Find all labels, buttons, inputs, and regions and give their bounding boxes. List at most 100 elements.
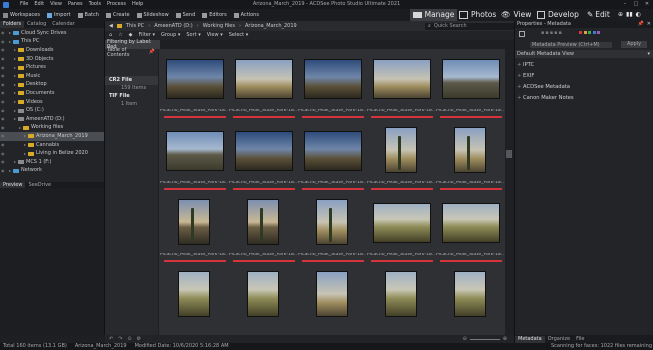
quick-search[interactable]: ⌕ Quick Search <box>425 22 516 30</box>
tree-item[interactable]: ◉ ▸ Music <box>0 72 104 81</box>
tab-organize[interactable]: Organize <box>545 336 573 343</box>
visibility-icon[interactable]: ◉ <box>1 82 7 87</box>
thumbnail[interactable] <box>160 267 228 335</box>
pin-icon[interactable]: 📌 <box>149 50 155 55</box>
breadcrumb-this-pc[interactable]: This PC <box>126 23 144 29</box>
toc-group-cr2[interactable]: CR2 File <box>105 76 158 85</box>
zoom-track[interactable] <box>469 338 500 340</box>
thumbnail[interactable]: Picacho_Peak_State_Park-18... <box>298 123 366 191</box>
thumbnail[interactable]: Picacho_Peak_State_Park-18... <box>367 123 435 191</box>
zoom-in-icon[interactable]: ⊕ <box>503 336 507 342</box>
breadcrumb-arizona[interactable]: Arizona_March_2019 <box>245 23 297 29</box>
mode-photos-button[interactable]: Photos <box>459 9 497 21</box>
toc-group-tif[interactable]: TIF File <box>105 92 158 101</box>
visibility-icon[interactable]: ◉ <box>1 65 7 70</box>
minimize-icon[interactable]: – <box>620 0 630 9</box>
tab-calendar[interactable]: Calendar <box>49 21 77 28</box>
editors-button[interactable]: Editors <box>202 12 227 18</box>
thumbnail[interactable] <box>298 267 366 335</box>
tree-item[interactable]: ◉ ▸ 3D Objects <box>0 55 104 64</box>
tab-catalog[interactable]: Catalog <box>24 21 49 28</box>
visibility-icon[interactable]: ◉ <box>1 100 7 104</box>
thumbnail[interactable]: Picacho_Peak_State_Park-18... <box>229 51 297 119</box>
filter-menu[interactable]: Filter ▾ <box>139 33 156 38</box>
batch-button[interactable]: Batch <box>77 12 99 18</box>
vertical-scrollbar[interactable] <box>505 49 513 335</box>
tree-item[interactable]: ◉ ▸ Cloud Sync Drives <box>0 29 104 38</box>
menu-help[interactable]: Help <box>132 2 143 7</box>
thumbnail[interactable]: Picacho_Peak_State_Park-18... <box>367 51 435 119</box>
thumbnail[interactable] <box>229 267 297 335</box>
checkbox-icon[interactable] <box>519 30 525 37</box>
home-icon[interactable]: ⌂ <box>109 33 112 38</box>
scrollbar-thumb[interactable] <box>506 150 512 158</box>
tree-item[interactable]: ◉ ▸ MCS 1 (F:) <box>0 158 104 167</box>
thumbnail[interactable]: Picacho_Peak_State_Park-18... <box>298 195 366 263</box>
tree-item[interactable]: ◉ ▸ This PC <box>0 38 104 47</box>
visibility-icon[interactable]: ◉ <box>1 160 7 164</box>
menu-file[interactable]: File <box>20 2 28 7</box>
stats-icon[interactable]: ▮▮ <box>626 12 633 18</box>
search-input[interactable]: Quick Search <box>434 23 467 29</box>
menu-tools[interactable]: Tools <box>89 2 101 7</box>
maximize-icon[interactable]: □ <box>631 0 641 9</box>
mode-develop-button[interactable]: Develop <box>537 9 581 21</box>
thumbnail[interactable] <box>367 267 435 335</box>
visibility-icon[interactable]: ◉ <box>1 74 7 78</box>
close-panel-icon[interactable]: ✕ <box>647 22 651 27</box>
visibility-icon[interactable]: ◉ <box>1 151 7 156</box>
mode-manage-button[interactable]: Manage <box>410 9 457 21</box>
rating-stars[interactable]: ▪▪▪▪▪ <box>541 31 563 36</box>
breadcrumb-working-files[interactable]: Working files <box>203 23 235 29</box>
tree-item[interactable]: ◉ ▸ Desktop <box>0 81 104 90</box>
thumbnail[interactable]: Picacho_Peak_State_Park-18... <box>160 195 228 263</box>
mode-view-button[interactable]: 👁 View <box>501 9 533 21</box>
tree-item[interactable]: ◉ ▸ Working files <box>0 124 104 133</box>
visibility-icon[interactable]: ◉ <box>1 134 7 138</box>
zoom-out-icon[interactable]: ⊖ <box>463 336 467 342</box>
tag-icon[interactable]: ◆ <box>129 33 133 38</box>
apply-button[interactable]: Apply <box>621 41 647 48</box>
visibility-icon[interactable]: ◉ <box>1 57 7 61</box>
section-iptc[interactable]: + IPTC <box>515 60 653 71</box>
dashboard-icon[interactable]: ◐ <box>636 12 641 18</box>
visibility-icon[interactable]: ◉ <box>1 108 7 113</box>
menu-panes[interactable]: Panes <box>68 2 83 7</box>
app-logo-icon[interactable] <box>3 1 9 8</box>
visibility-icon[interactable]: ◉ <box>1 91 7 95</box>
menu-edit[interactable]: Edit <box>34 2 44 7</box>
tree-item[interactable]: ◉ ▸ Cannabis <box>0 141 104 150</box>
group-menu[interactable]: Group ▾ <box>161 33 180 38</box>
section-exif[interactable]: + EXIF <box>515 71 653 82</box>
tree-item[interactable]: ◉ ▸ Videos <box>0 98 104 107</box>
tree-item[interactable]: ◉ ▸ OS (C:) <box>0 106 104 115</box>
thumbnail[interactable]: Picacho_Peak_State_Park-18... <box>298 51 366 119</box>
breadcrumb-drive[interactable]: AmeenATD (D:) <box>154 23 193 29</box>
visibility-icon[interactable]: ◉ <box>1 48 7 52</box>
thumbnail[interactable]: Picacho_Peak_State_Park-18... <box>229 195 297 263</box>
tab-folders[interactable]: Folders <box>0 21 25 28</box>
section-canon-maker-notes[interactable]: + Canon Maker Notes <box>515 93 653 104</box>
visibility-icon[interactable]: ◉ <box>1 143 7 147</box>
tree-item[interactable]: ◉ ▸ Arizona_March_2019 <box>0 132 104 141</box>
actions-button[interactable]: Actions <box>233 12 259 18</box>
thumbnail[interactable]: Picacho_Peak_State_Park-18... <box>436 123 504 191</box>
tree-item[interactable]: ◉ ▸ Downloads <box>0 46 104 55</box>
metadata-view-select[interactable]: Default Metadata View ▾ <box>515 50 653 58</box>
workspaces-button[interactable]: Workspaces <box>3 12 40 18</box>
day-icon[interactable]: ⊕ <box>618 12 623 18</box>
favorite-icon[interactable]: ☆ <box>118 33 122 38</box>
send-button[interactable]: Send <box>175 12 195 18</box>
thumbnail[interactable] <box>436 267 504 335</box>
visibility-icon[interactable]: ◉ <box>1 117 7 121</box>
view-menu[interactable]: View ▾ <box>207 33 223 38</box>
folder-nav-icon[interactable] <box>116 24 122 28</box>
rotate-left-icon[interactable]: ↶ <box>109 336 113 342</box>
back-icon[interactable]: ◀ <box>109 23 113 29</box>
thumbnail[interactable]: Picacho_Peak_State_Park-18... <box>160 51 228 119</box>
thumbnail[interactable]: Picacho_Peak_State_Park-18... <box>436 51 504 119</box>
compare-icon[interactable]: ⊙ <box>127 336 131 342</box>
pin-icon[interactable]: 📌 <box>638 22 644 27</box>
tab-file[interactable]: File <box>573 336 587 343</box>
thumbnail[interactable]: Picacho_Peak_State_Park-18... <box>160 123 228 191</box>
